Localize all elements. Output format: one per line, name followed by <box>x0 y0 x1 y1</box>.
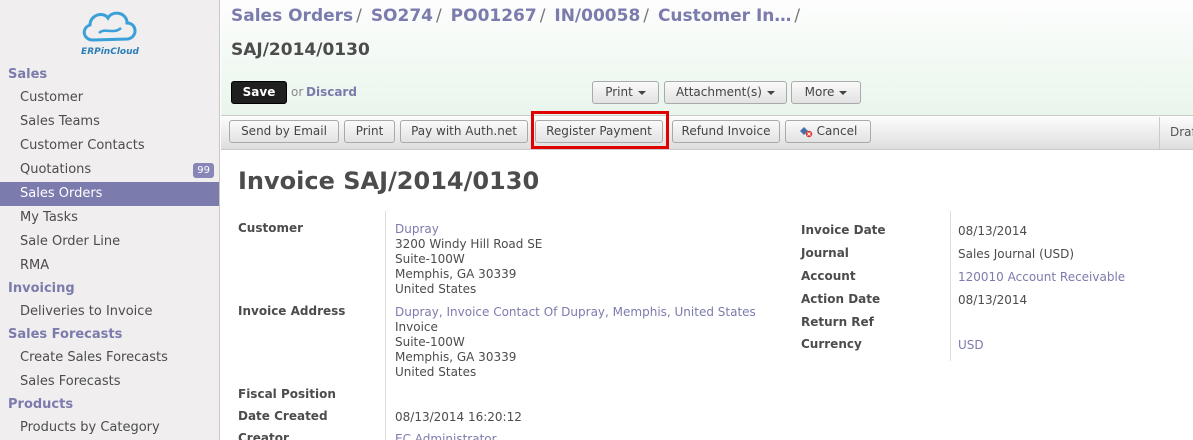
sidebar-item-sales-orders[interactable]: Sales Orders <box>0 182 219 206</box>
sidebar: ERPinCloud Sales Customer Sales Teams Cu… <box>0 0 220 440</box>
return-ref-label: Return Ref <box>801 315 874 329</box>
status-draft[interactable]: Draft <box>1159 117 1193 149</box>
sidebar-item-quotations[interactable]: Quotations 99 <box>0 158 219 182</box>
sidebar-item-create-sales-forecasts[interactable]: Create Sales Forecasts <box>0 346 219 370</box>
sidebar-item-rma[interactable]: RMA <box>0 254 219 278</box>
register-payment-highlight <box>531 111 669 149</box>
svg-text:ERPinCloud: ERPinCloud <box>81 47 139 57</box>
form-header: Sales Orders / SO274/ PO01267/ IN/00058/ … <box>221 0 1193 116</box>
account-link[interactable]: 120010 Account Receivable <box>958 270 1125 285</box>
caret-down-icon <box>637 90 646 95</box>
sidebar-item-label: Quotations <box>20 162 92 177</box>
breadcrumb: Sales Orders / SO274/ PO01267/ IN/00058/ … <box>231 6 801 26</box>
sidebar-item-sales-teams[interactable]: Sales Teams <box>0 110 219 134</box>
breadcrumb-so274[interactable]: SO274 <box>371 6 433 26</box>
form-sheet: Invoice SAJ/2014/0130 Customer Dupray 32… <box>221 151 1193 440</box>
account-label: Account <box>801 269 856 283</box>
customer-label: Customer <box>238 221 304 235</box>
invoice-address-line: Invoice <box>395 320 438 334</box>
invoice-address-label: Invoice Address <box>238 304 346 318</box>
customer-address-line: 3200 Windy Hill Road SE <box>395 237 543 251</box>
creator-link[interactable]: EC Administrator <box>395 432 497 440</box>
divider <box>950 211 951 361</box>
journal-value: Sales Journal (USD) <box>958 247 1075 261</box>
erpincloud-logo[interactable]: ERPinCloud <box>0 0 219 64</box>
sidebar-item-my-tasks[interactable]: My Tasks <box>0 206 219 230</box>
sidebar-item-sales-forecasts[interactable]: Sales Forecasts <box>0 370 219 394</box>
sidebar-item-products-by-category[interactable]: Products by Category <box>0 416 219 440</box>
breadcrumb-in00058[interactable]: IN/00058 <box>554 6 640 26</box>
invoice-date-label: Invoice Date <box>801 223 886 237</box>
customer-address-line: Suite-100W <box>395 252 465 266</box>
invoice-title: Invoice SAJ/2014/0130 <box>238 167 540 195</box>
breadcrumb-po01267[interactable]: PO01267 <box>451 6 537 26</box>
customer-link[interactable]: Dupray <box>395 222 439 237</box>
discard-link[interactable]: Discard <box>306 85 357 99</box>
sidebar-item-sale-order-line[interactable]: Sale Order Line <box>0 230 219 254</box>
section-invoicing: Invoicing <box>8 281 75 296</box>
action-date-label: Action Date <box>801 292 881 306</box>
pay-with-auth-net-button[interactable]: Pay with Auth.net <box>400 120 528 143</box>
invoice-address-line: Memphis, GA 30339 <box>395 350 517 364</box>
invoice-address-line: Suite-100W <box>395 335 465 349</box>
send-by-email-button[interactable]: Send by Email <box>229 120 339 143</box>
sidebar-item-customer-contacts[interactable]: Customer Contacts <box>0 134 219 158</box>
currency-label: Currency <box>801 337 862 351</box>
fiscal-position-label: Fiscal Position <box>238 387 336 401</box>
date-created-label: Date Created <box>238 409 328 423</box>
invoice-date-value: 08/13/2014 <box>958 224 1028 238</box>
customer-address-line: Memphis, GA 30339 <box>395 267 517 281</box>
cancel-button[interactable]: Cancel <box>785 120 871 143</box>
cancel-icon <box>799 127 812 138</box>
print-dropdown[interactable]: Print <box>592 81 659 104</box>
record-title: SAJ/2014/0130 <box>231 40 370 60</box>
section-sales-forecasts: Sales Forecasts <box>8 327 123 342</box>
action-bar: Send by Email Print Pay with Auth.net Re… <box>221 111 1193 150</box>
invoice-address-line: United States <box>395 365 477 379</box>
count-badge: 99 <box>193 163 214 178</box>
save-button[interactable]: Save <box>231 81 287 104</box>
caret-down-icon <box>839 90 848 95</box>
date-created-value: 08/13/2014 16:20:12 <box>395 410 522 424</box>
sidebar-item-deliveries-to-invoice[interactable]: Deliveries to Invoice <box>0 300 219 324</box>
journal-label: Journal <box>801 246 849 260</box>
breadcrumb-customer-invoice[interactable]: Customer In… <box>658 6 791 26</box>
customer-address-line: United States <box>395 282 477 296</box>
sidebar-item-customer[interactable]: Customer <box>0 86 219 110</box>
caret-down-icon <box>766 90 775 95</box>
invoice-address-link[interactable]: Dupray, Invoice Contact Of Dupray, Memph… <box>395 305 756 320</box>
section-products: Products <box>8 397 74 412</box>
section-sales: Sales <box>8 67 48 82</box>
or-text: or <box>291 85 304 99</box>
attachments-dropdown[interactable]: Attachment(s) <box>664 81 787 104</box>
creator-label: Creator <box>238 431 289 440</box>
currency-link[interactable]: USD <box>958 338 984 353</box>
divider <box>385 211 386 440</box>
action-date-value: 08/13/2014 <box>958 293 1028 307</box>
more-dropdown[interactable]: More <box>791 81 861 104</box>
print-button[interactable]: Print <box>344 120 395 143</box>
refund-invoice-button[interactable]: Refund Invoice <box>672 120 780 143</box>
breadcrumb-sales-orders[interactable]: Sales Orders <box>231 6 353 26</box>
